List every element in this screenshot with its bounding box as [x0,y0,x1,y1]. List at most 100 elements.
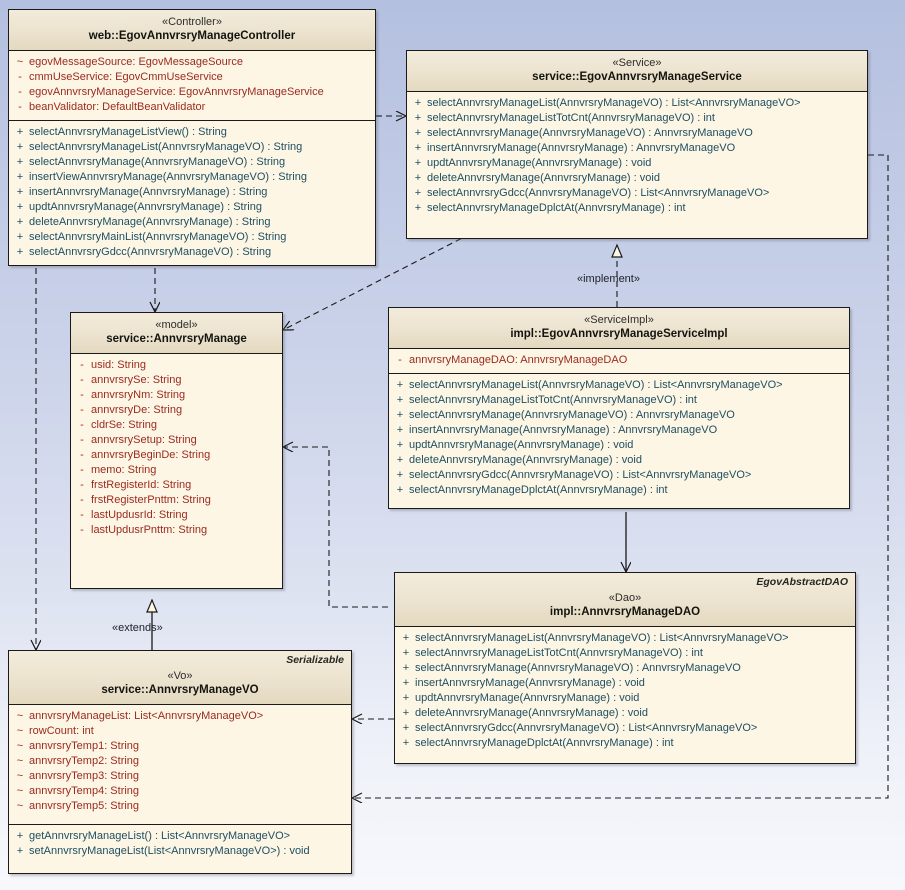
member-visibility: + [16,185,24,198]
member-visibility: + [414,96,422,109]
class-member: + selectAnnvrsryManageListTotCnt(Annvrsry… [391,393,847,408]
member-signature: selectAnnvrsryManageListTotCnt(AnnvrsryM… [427,111,715,124]
member-signature: lastUpdusrId: String [91,508,188,521]
class-member: + updtAnnvrsryManage(AnnvrsryManage) : vo… [397,691,853,706]
member-signature: annvrsryTemp5: String [29,799,140,812]
class-member: + selectAnnvrsryGdcc(AnnvrsryManageVO) : … [11,245,373,260]
member-visibility: + [16,125,24,138]
class-member: ~ rowCount: int [11,724,349,739]
member-signature: deleteAnnvrsryManage(AnnvrsryManage) : v… [415,706,648,719]
member-visibility: + [16,200,24,213]
class-box-service[interactable]: «Service» service::EgovAnnvrsryManageSer… [406,50,868,239]
class-member: ~ egovMessageSource: EgovMessageSource [11,55,373,70]
class-member: - lastUpdusrPnttm: String [73,523,280,538]
member-visibility: + [402,721,410,734]
member-signature: annvrsryTemp4: String [29,784,140,797]
class-box-model[interactable]: «model» service::AnnvrsryManage - usid: S… [70,312,283,589]
class-member: - annvrsryDe: String [73,403,280,418]
class-member: + selectAnnvrsryManage(AnnvrsryManageVO) … [11,155,373,170]
member-visibility: + [396,453,404,466]
class-member: + insertAnnvrsryManage(AnnvrsryManage) : … [391,423,847,438]
member-visibility: + [402,661,410,674]
member-signature: updtAnnvrsryManage(AnnvrsryManage) : voi… [415,691,640,704]
class-stereotype: «Vo» [167,670,193,682]
member-signature: selectAnnvrsryManageListTotCnt(AnnvrsryM… [409,393,697,406]
class-box-controller[interactable]: «Controller» web::EgovAnnvrsryManageCont… [8,9,376,266]
member-visibility: + [402,631,410,644]
edge-serviceimpl-to-model [283,447,388,608]
class-name: web::EgovAnnvrsryManageController [88,30,296,43]
member-signature: selectAnnvrsryManage(AnnvrsryManageVO) :… [409,408,735,421]
member-signature: annvrsryManageList: List<AnnvrsryManageV… [29,709,264,722]
member-signature: annvrsrySe: String [91,373,182,386]
class-header-serviceimpl: «ServiceImpl» impl::EgovAnnvrsryManageSe… [389,308,849,349]
attributes-compartment: - usid: String - annvrsrySe: String - annvrsr… [71,353,282,588]
class-stereotype: «ServiceImpl» [584,314,654,326]
member-signature: memo: String [91,463,157,476]
class-member: + selectAnnvrsryGdcc(AnnvrsryManageVO) : … [397,721,853,736]
member-visibility: + [16,829,24,842]
member-signature: usid: String [91,358,147,371]
member-signature: getAnnvrsryManageList() : List<AnnvrsryM… [29,829,291,842]
member-signature: selectAnnvrsryManage(AnnvrsryManageVO) :… [427,126,753,139]
class-member: - annvrsryManageDAO: AnnvrsryManageDAO [391,353,847,368]
member-visibility: - [80,418,84,431]
member-visibility: + [16,215,24,228]
member-visibility: - [80,388,84,401]
class-member: + updtAnnvrsryManage(AnnvrsryManage) : vo… [391,438,847,453]
operations-compartment: + selectAnnvrsryManageList(AnnvrsryManage… [395,626,855,763]
member-visibility: + [396,393,404,406]
member-visibility: + [414,111,422,124]
member-signature: annvrsryTemp2: String [29,754,140,767]
class-member: - annvrsrySetup: String [73,433,280,448]
member-signature: updtAnnvrsryManage(AnnvrsryManage) : voi… [427,156,652,169]
member-signature: selectAnnvrsryManageList(AnnvrsryManageV… [427,96,801,109]
member-visibility: ~ [16,739,24,752]
member-visibility: - [18,100,22,113]
class-member: - annvrsryBeginDe: String [73,448,280,463]
member-visibility: - [80,403,84,416]
member-signature: annvrsryManageDAO: AnnvrsryManageDAO [409,353,628,366]
class-member: - frstRegisterPnttm: String [73,493,280,508]
member-signature: insertAnnvrsryManage(AnnvrsryManage) : A… [427,141,736,154]
class-member: + selectAnnvrsryManageListTotCnt(Annvrsry… [409,111,865,126]
member-visibility: + [16,155,24,168]
class-member: + updtAnnvrsryManage(AnnvrsryManage) : St… [11,200,373,215]
member-visibility: - [80,433,84,446]
member-visibility: ~ [16,55,24,68]
class-member: + updtAnnvrsryManage(AnnvrsryManage) : vo… [409,156,865,171]
member-signature: lastUpdusrPnttm: String [91,523,208,536]
member-signature: cldrSe: String [91,418,158,431]
member-visibility: + [396,408,404,421]
member-signature: deleteAnnvrsryManage(AnnvrsryManage) : S… [29,215,271,228]
member-visibility: + [16,170,24,183]
class-box-dao[interactable]: EgovAbstractDAO «Dao» impl::AnnvrsryMana… [394,572,856,764]
member-signature: annvrsryBeginDe: String [91,448,211,461]
class-member: + selectAnnvrsryManageList(AnnvrsryManage… [409,96,865,111]
member-signature: updtAnnvrsryManage(AnnvrsryManage) : Str… [29,200,262,213]
member-signature: selectAnnvrsryManageListView() : String [29,125,227,138]
class-member: + selectAnnvrsryManageList(AnnvrsryManage… [11,140,373,155]
member-visibility: + [414,186,422,199]
member-visibility: + [414,201,422,214]
class-member: + insertAnnvrsryManage(AnnvrsryManage) : … [11,185,373,200]
member-visibility: - [80,463,84,476]
class-box-serviceimpl[interactable]: «ServiceImpl» impl::EgovAnnvrsryManageSe… [388,307,850,509]
class-box-vo[interactable]: Serializable «Vo» service::AnnvrsryManag… [8,650,352,874]
class-member: + selectAnnvrsryManageDplctAt(AnnvrsryMan… [391,483,847,498]
class-member: + deleteAnnvrsryManage(AnnvrsryManage) : … [391,453,847,468]
class-member: ~ annvrsryManageList: List<AnnvrsryManage… [11,709,349,724]
member-signature: cmmUseService: EgovCmmUseService [29,70,223,83]
class-member: - annvrsryNm: String [73,388,280,403]
class-member: + selectAnnvrsryMainList(AnnvrsryManageVO… [11,230,373,245]
member-visibility: + [402,691,410,704]
member-visibility: - [18,70,22,83]
member-visibility: + [16,245,24,258]
member-signature: selectAnnvrsryGdcc(AnnvrsryManageVO) : S… [29,245,272,258]
member-signature: selectAnnvrsryMainList(AnnvrsryManageVO)… [29,230,287,243]
class-member: + setAnnvrsryManageList(List<AnnvrsryMana… [11,844,349,859]
member-signature: selectAnnvrsryManageList(AnnvrsryManageV… [29,140,303,153]
member-signature: selectAnnvrsryManageDplctAt(AnnvrsryMana… [409,483,668,496]
member-signature: insertViewAnnvrsryManage(AnnvrsryManageV… [29,170,307,183]
class-member: - egovAnnvrsryManageService: EgovAnnvrsry… [11,85,373,100]
